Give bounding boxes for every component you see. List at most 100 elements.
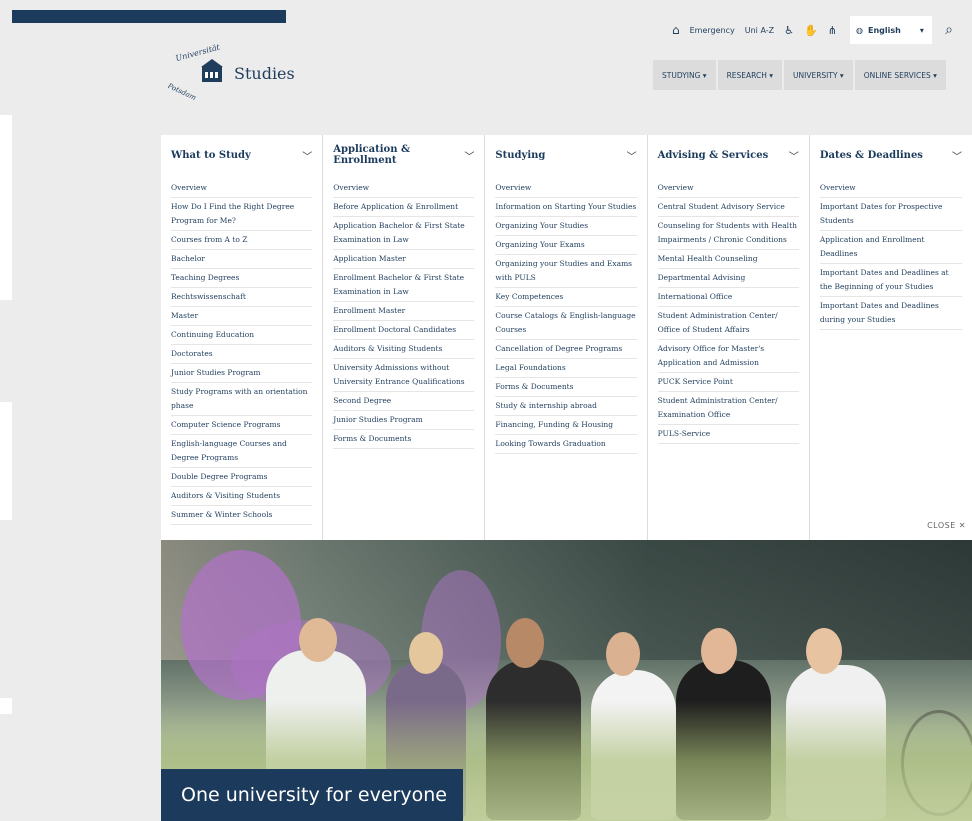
menu-link[interactable]: Junior Studies Program xyxy=(171,364,313,383)
menu-link[interactable]: Application Master xyxy=(333,250,475,269)
menu-link[interactable]: Mental Health Counseling xyxy=(657,250,799,269)
nav-university[interactable]: UNIVERSITY ▾ xyxy=(784,60,853,90)
menu-link[interactable]: Study & internship abroad xyxy=(495,397,637,416)
sign-language-icon[interactable]: ✋ xyxy=(804,24,818,37)
emergency-link[interactable]: Emergency xyxy=(690,26,735,35)
menu-link[interactable]: Important Dates for Prospective Students xyxy=(819,198,963,231)
menu-link[interactable]: Study Programs with an orientation phase xyxy=(171,383,313,416)
menu-link[interactable]: Looking Towards Graduation xyxy=(495,435,637,454)
menu-link[interactable]: Auditors & Visiting Students xyxy=(333,340,475,359)
menu-link[interactable]: Student Administration Center/ Office of… xyxy=(657,307,799,340)
menu-link[interactable]: Before Application & Enrollment xyxy=(333,198,475,217)
person-head xyxy=(701,628,737,674)
menu-link[interactable]: Rechtswissenschaft xyxy=(171,288,313,307)
chevron-down-icon: ﹀ xyxy=(952,151,963,163)
close-menu-button[interactable]: CLOSE ✕ xyxy=(927,521,966,530)
menu-column: Application & Enrollment ﹀ Overview Before … xyxy=(323,135,486,540)
menu-link[interactable]: Important Dates and Deadlines during you… xyxy=(819,297,963,330)
menu-column: Studying ﹀ Overview Information on Starting… xyxy=(485,135,648,540)
menu-column-heading[interactable]: What to Study ﹀ xyxy=(171,149,312,163)
menu-link[interactable]: Legal Foundations xyxy=(495,359,637,378)
menu-column-heading[interactable]: Dates & Deadlines ﹀ xyxy=(819,149,963,163)
menu-link[interactable]: Organizing Your Exams xyxy=(495,236,637,255)
menu-link[interactable]: Forms & Documents xyxy=(333,430,475,449)
person-head xyxy=(606,632,640,676)
menu-link[interactable]: University Admissions without University… xyxy=(333,359,475,392)
menu-link[interactable]: Financing, Funding & Housing xyxy=(495,416,637,435)
menu-link[interactable]: Course Catalogs & English-language Cours… xyxy=(495,307,637,340)
menu-link[interactable]: English-language Courses and Degree Prog… xyxy=(171,435,313,468)
language-selector[interactable]: ◍ English ▾ xyxy=(850,16,932,44)
menu-link[interactable]: PUCK Service Point xyxy=(657,373,799,392)
menu-link[interactable]: Enrollment Bachelor & First State Examin… xyxy=(333,269,475,302)
menu-link[interactable]: International Office xyxy=(657,288,799,307)
menu-link-list: Overview Before Application & Enrollment A… xyxy=(333,179,475,449)
menu-link[interactable]: Continuing Education xyxy=(171,326,313,345)
menu-link[interactable]: Bachelor xyxy=(171,250,313,269)
sitemap-icon[interactable]: ⋔ xyxy=(828,24,837,37)
menu-link[interactable]: How Do I Find the Right Degree Program f… xyxy=(171,198,313,231)
menu-link[interactable]: Forms & Documents xyxy=(495,378,637,397)
menu-link[interactable]: Overview xyxy=(495,179,637,198)
accessibility-icon[interactable]: ♿ xyxy=(784,24,794,37)
menu-link[interactable]: Teaching Degrees xyxy=(171,269,313,288)
menu-link[interactable]: Enrollment Master xyxy=(333,302,475,321)
menu-column-heading[interactable]: Application & Enrollment ﹀ xyxy=(333,144,474,166)
uni-az-link[interactable]: Uni A-Z xyxy=(745,26,774,35)
search-button[interactable]: ⌕ xyxy=(934,16,964,44)
menu-link[interactable]: Advisory Office for Master's Application… xyxy=(657,340,799,373)
menu-link[interactable]: Application Bachelor & First State Exami… xyxy=(333,217,475,250)
menu-link[interactable]: Central Student Advisory Service xyxy=(657,198,799,217)
menu-link[interactable]: Application and Enrollment Deadlines xyxy=(819,231,963,264)
menu-link[interactable]: Courses from A to Z xyxy=(171,231,313,250)
search-icon: ⌕ xyxy=(945,22,953,38)
menu-link[interactable]: Overview xyxy=(171,179,313,198)
menu-link[interactable]: Doctorates xyxy=(171,345,313,364)
menu-column-heading-label: Dates & Deadlines xyxy=(819,149,923,161)
menu-link[interactable]: Counseling for Students with Health Impa… xyxy=(657,217,799,250)
menu-link[interactable]: Double Degree Programs xyxy=(171,468,313,487)
main-navigation: STUDYING ▾ RESEARCH ▾ UNIVERSITY ▾ ONLIN… xyxy=(653,60,946,90)
left-edge-strip xyxy=(0,698,12,714)
menu-link[interactable]: Organizing your Studies and Exams with P… xyxy=(495,255,637,288)
nav-online-services[interactable]: ONLINE SERVICES ▾ xyxy=(854,60,946,90)
menu-link[interactable]: Master xyxy=(171,307,313,326)
menu-column-heading[interactable]: Studying ﹀ xyxy=(495,149,636,163)
nav-studying[interactable]: STUDYING ▾ xyxy=(653,60,716,90)
utility-nav: ⌂ Emergency Uni A-Z ♿ ✋ ⋔ xyxy=(672,18,837,42)
menu-link[interactable]: Auditors & Visiting Students xyxy=(171,487,313,506)
chevron-down-icon: ﹀ xyxy=(788,151,799,163)
person-head xyxy=(299,618,337,662)
menu-link[interactable]: Summer & Winter Schools xyxy=(171,506,313,525)
menu-link[interactable]: Overview xyxy=(657,179,799,198)
menu-link[interactable]: Important Dates and Deadlines at the Beg… xyxy=(819,264,963,297)
menu-link[interactable]: Second Degree xyxy=(333,392,475,411)
menu-column-heading-label: Studying xyxy=(495,149,546,161)
home-icon[interactable]: ⌂ xyxy=(672,23,680,37)
menu-link[interactable]: Departmental Advising xyxy=(657,269,799,288)
menu-column-heading-label: Application & Enrollment xyxy=(333,144,410,166)
hero-caption: One university for everyone xyxy=(161,769,463,821)
menu-link[interactable]: Junior Studies Program xyxy=(333,411,475,430)
menu-link[interactable]: Key Competences xyxy=(495,288,637,307)
person-head xyxy=(806,628,842,674)
menu-link[interactable]: Information on Starting Your Studies xyxy=(495,198,637,217)
menu-column: Dates & Deadlines ﹀ Overview Important Date… xyxy=(810,135,972,540)
nav-research[interactable]: RESEARCH ▾ xyxy=(717,60,783,90)
menu-link-list: Overview Information on Starting Your Stu… xyxy=(495,179,637,454)
university-logo[interactable]: Universität Potsdam Studies xyxy=(168,40,308,110)
menu-column: Advising & Services ﹀ Overview Central Stud… xyxy=(648,135,810,540)
menu-link[interactable]: Overview xyxy=(333,179,475,198)
menu-link-list: Overview Central Student Advisory Service… xyxy=(657,179,799,444)
menu-link[interactable]: Organizing Your Studies xyxy=(495,217,637,236)
menu-link[interactable]: PULS-Service xyxy=(657,425,799,444)
menu-link[interactable]: Overview xyxy=(819,179,963,198)
menu-link[interactable]: Cancellation of Degree Programs xyxy=(495,340,637,359)
chevron-down-icon: ▾ xyxy=(919,25,924,35)
menu-link[interactable]: Student Administration Center/ Examinati… xyxy=(657,392,799,425)
menu-link[interactable]: Enrollment Doctoral Candidates xyxy=(333,321,475,340)
left-edge-strip xyxy=(0,402,12,520)
menu-column-heading[interactable]: Advising & Services ﹀ xyxy=(658,149,799,163)
menu-link[interactable]: Computer Science Programs xyxy=(171,416,313,435)
left-edge-strip xyxy=(0,115,12,300)
